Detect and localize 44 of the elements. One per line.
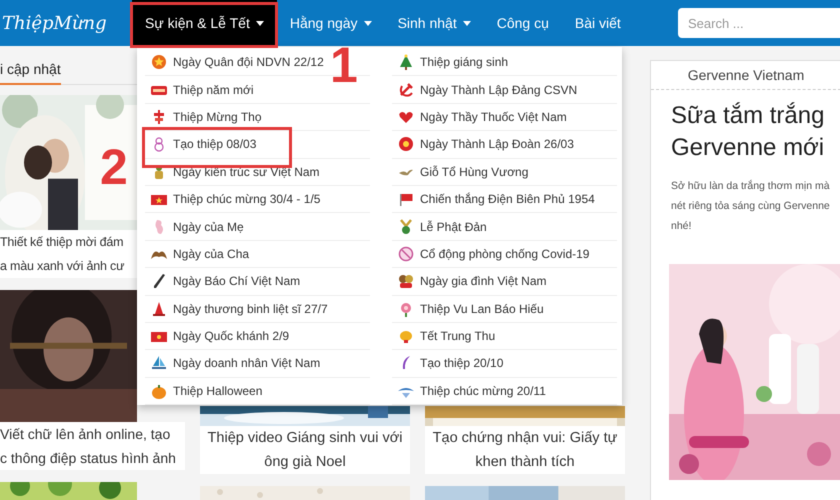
site-logo[interactable]: ThiệpMừng bbox=[0, 12, 122, 34]
menu-item[interactable]: Tết Trung Thu bbox=[398, 328, 496, 344]
menu-item[interactable]: Ngày kiến trúc sư Việt Nam bbox=[151, 164, 320, 180]
post-title[interactable]: Viết chữ lên ảnh online, tạo bbox=[0, 422, 185, 446]
nav-menu-item[interactable]: Sinh nhật bbox=[384, 0, 484, 46]
menu-item[interactable]: Ngày của Mẹ bbox=[151, 218, 244, 235]
ad-text: Sở hữu làn da trắng thơm mịn mà nét riêng tỏa sáng cùng Gervenne nhé! bbox=[670, 178, 831, 234]
menu-item[interactable]: Ngày Thành Lập Đoàn 26/03 bbox=[398, 136, 574, 152]
post-title[interactable]: ông già Noel bbox=[200, 450, 410, 474]
menu-item[interactable]: Ngày doanh nhân Việt Nam bbox=[151, 355, 320, 372]
ad-headline: Sữa tắm trắng Gervenne mới bbox=[670, 101, 826, 163]
post-title[interactable]: Thiệp video Giáng sinh vui với bbox=[200, 426, 410, 450]
menu-item[interactable]: Tạo thiệp 20/10 bbox=[398, 355, 504, 372]
menu-item[interactable]: Ngày Quốc khánh 2/9 bbox=[151, 328, 290, 344]
post-title[interactable]: khen thành tích bbox=[425, 450, 625, 474]
menu-item[interactable]: Thiệp Mừng Thọ bbox=[151, 108, 262, 125]
menu-item[interactable]: Thiệp chúc mừng 20/11 bbox=[398, 382, 546, 399]
post-title[interactable]: Thiết kế thiệp mời đám bbox=[0, 230, 137, 254]
search-field[interactable]: Search ... bbox=[678, 8, 840, 38]
post-title[interactable]: a màu xanh với ảnh cư bbox=[0, 254, 137, 278]
step-number: 2 bbox=[100, 142, 128, 192]
menu-item[interactable]: Ngày Quân đội NDVN 22/12 bbox=[151, 54, 324, 70]
section-heading: i cập nhật bbox=[0, 61, 61, 85]
post-title[interactable]: c thông điệp status hình ảnh bbox=[0, 446, 185, 470]
menu-item[interactable]: Ngày Báo Chí Việt Nam bbox=[151, 273, 300, 290]
nav-menu-item[interactable]: Công cụ bbox=[484, 0, 562, 46]
menu-item[interactable]: Thiệp chúc mừng 30/4 - 1/5 bbox=[151, 191, 320, 208]
post-title[interactable]: Tạo chứng nhận vui: Giấy tự bbox=[425, 426, 625, 450]
menu-item[interactable]: Lễ Phật Đản bbox=[398, 218, 487, 235]
menu-item[interactable]: Ngày Thành Lập Đảng CSVN bbox=[398, 82, 578, 98]
menu-item[interactable]: Cổ động phòng chống Covid-19 bbox=[398, 246, 590, 262]
panel-title: Gervenne Vietnam bbox=[651, 61, 840, 90]
menu-item[interactable]: Thiệp năm mới bbox=[151, 82, 254, 98]
menu-item[interactable]: Ngày gia đình Việt Nam bbox=[398, 273, 547, 290]
menu-item[interactable]: Tạo thiệp 08/03 bbox=[151, 136, 256, 152]
nav-menu-item[interactable]: Bài viết bbox=[562, 0, 634, 46]
menu-item[interactable]: Thiệp Vu Lan Báo Hiếu bbox=[398, 300, 544, 317]
menu-item[interactable]: Giỗ Tổ Hùng Vương bbox=[398, 164, 528, 180]
menu-item[interactable]: Ngày thương binh liệt sĩ 27/7 bbox=[151, 300, 328, 317]
menu-item[interactable]: Ngày Thầy Thuốc Việt Nam bbox=[398, 108, 567, 125]
menu-item[interactable]: Chiến thắng Điện Biên Phủ 1954 bbox=[398, 191, 595, 208]
menu-item[interactable]: Thiệp giáng sinh bbox=[398, 54, 508, 70]
menu-item[interactable]: Thiệp Halloween bbox=[151, 382, 262, 399]
menu-item[interactable]: Ngày của Cha bbox=[151, 246, 250, 262]
